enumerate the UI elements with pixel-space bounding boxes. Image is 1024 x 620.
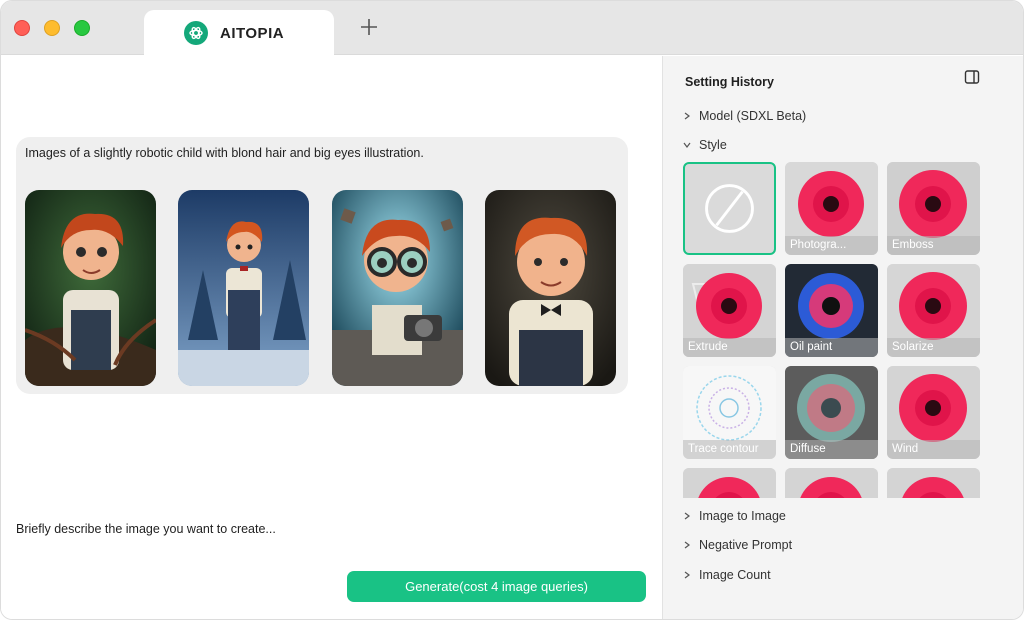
- style-label: Photogra...: [785, 236, 878, 255]
- section-style-label: Style: [699, 138, 727, 152]
- style-option-photographic[interactable]: Photogra...: [785, 162, 878, 255]
- style-option-oil-paint[interactable]: Oil paint: [785, 264, 878, 357]
- section-negative-prompt[interactable]: Negative Prompt: [683, 538, 792, 552]
- style-label: Trace contour: [683, 440, 776, 459]
- style-option-trace-contour[interactable]: Trace contour: [683, 366, 776, 459]
- new-tab-button[interactable]: [357, 15, 381, 39]
- style-option-extrude[interactable]: Extrude: [683, 264, 776, 357]
- result-prompt: Images of a slightly robotic child with …: [25, 146, 424, 160]
- section-image-count[interactable]: Image Count: [683, 568, 771, 582]
- maximize-window-button[interactable]: [74, 20, 90, 36]
- chevron-right-icon: [684, 541, 690, 549]
- style-option-12[interactable]: [887, 468, 980, 498]
- style-grid: Photogra... Emboss Extrude Oil paint Sol…: [683, 162, 983, 498]
- prompt-input[interactable]: Briefly describe the image you want to c…: [16, 522, 276, 536]
- sidebar-panel-icon: [964, 70, 980, 84]
- style-option-10[interactable]: [683, 468, 776, 498]
- main-panel: Images of a slightly robotic child with …: [1, 56, 662, 619]
- section-image-to-image-label: Image to Image: [699, 509, 786, 523]
- chevron-right-icon: [684, 571, 690, 579]
- style-label: Oil paint: [785, 338, 878, 357]
- generated-image-1[interactable]: [25, 190, 156, 386]
- style-label: Emboss: [887, 236, 980, 255]
- style-label: Wind: [887, 440, 980, 459]
- plus-icon: [361, 19, 377, 35]
- title-bar: AITOPIA: [1, 1, 1023, 56]
- section-model[interactable]: Model (SDXL Beta): [683, 109, 806, 123]
- sidebar-toggle-button[interactable]: [964, 69, 980, 85]
- flower-thumbnail: [785, 468, 878, 498]
- generate-button[interactable]: Generate(cost 4 image queries): [347, 571, 646, 602]
- aitopia-logo-icon: [184, 21, 208, 45]
- flower-thumbnail: [887, 468, 980, 498]
- result-card: Images of a slightly robotic child with …: [16, 137, 628, 394]
- tab-aitopia[interactable]: AITOPIA: [144, 10, 334, 56]
- style-option-emboss[interactable]: Emboss: [887, 162, 980, 255]
- minimize-window-button[interactable]: [44, 20, 60, 36]
- sidebar-title: Setting History: [685, 75, 774, 89]
- close-window-button[interactable]: [14, 20, 30, 36]
- style-option-diffuse[interactable]: Diffuse: [785, 366, 878, 459]
- style-label: Diffuse: [785, 440, 878, 459]
- style-label: Solarize: [887, 338, 980, 357]
- tab-title: AITOPIA: [220, 24, 285, 42]
- settings-sidebar: Setting History Model (SDXL Beta) Style: [662, 56, 1023, 619]
- section-image-to-image[interactable]: Image to Image: [683, 509, 786, 523]
- style-option-11[interactable]: [785, 468, 878, 498]
- generated-image-2[interactable]: [178, 190, 309, 386]
- section-model-label: Model (SDXL Beta): [699, 109, 807, 123]
- chevron-right-icon: [684, 512, 690, 520]
- style-option-none[interactable]: [683, 162, 776, 255]
- section-image-count-label: Image Count: [699, 568, 771, 582]
- style-option-wind[interactable]: Wind: [887, 366, 980, 459]
- style-option-solarize[interactable]: Solarize: [887, 264, 980, 357]
- generated-image-3[interactable]: [332, 190, 463, 386]
- generated-image-4[interactable]: [485, 190, 616, 386]
- style-label: Extrude: [683, 338, 776, 357]
- flower-thumbnail: [683, 468, 776, 498]
- chevron-right-icon: [684, 112, 690, 120]
- chevron-down-icon: [683, 142, 691, 148]
- app-window: AITOPIA Images of a slightly robotic chi…: [0, 0, 1024, 620]
- section-style[interactable]: Style: [683, 138, 727, 152]
- section-negative-prompt-label: Negative Prompt: [699, 538, 793, 552]
- none-icon: [705, 184, 754, 233]
